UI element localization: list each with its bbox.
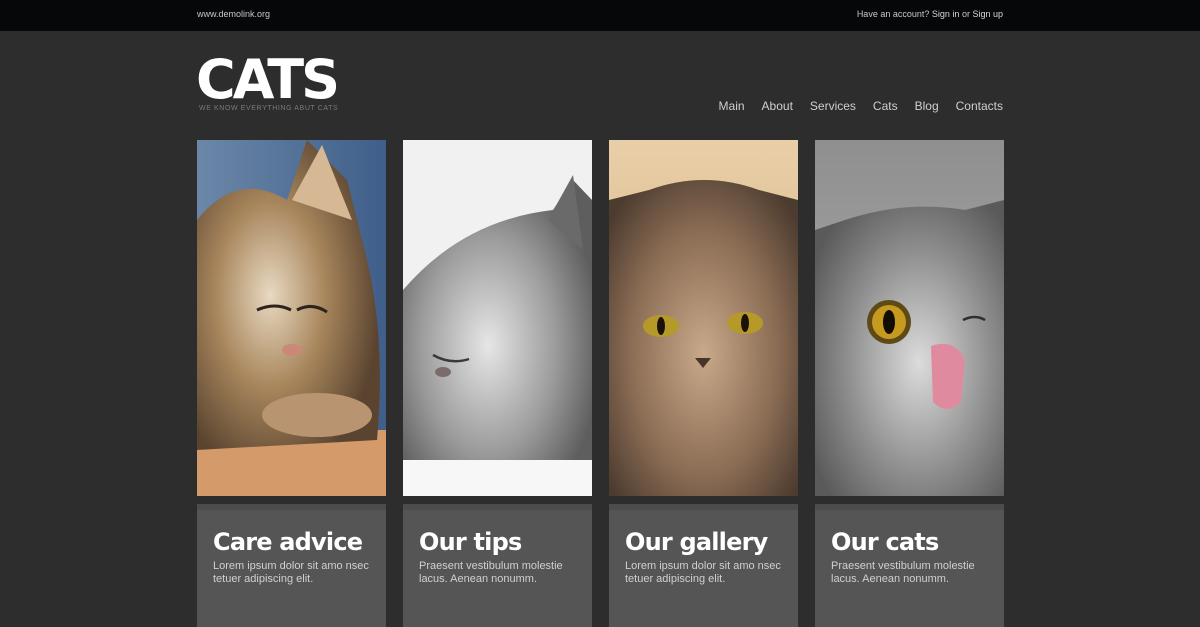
card-title: Our cats: [831, 528, 939, 556]
or-text: or: [961, 9, 970, 19]
photo-licking-cat[interactable]: [815, 140, 1004, 496]
account-links: Have an account? Sign in or Sign up: [857, 9, 1003, 19]
card-title: Our tips: [419, 528, 522, 556]
nav-item-contacts[interactable]: Contacts: [956, 99, 1003, 113]
card-our-cats[interactable]: Our cats Praesent vestibulum molestie la…: [815, 504, 1004, 627]
site-tagline: WE KNOW EVERYTHING ABUT CATS: [199, 105, 339, 112]
nav-item-services[interactable]: Services: [810, 99, 856, 113]
card-text: Praesent vestibulum molestie lacus. Aene…: [831, 560, 975, 585]
sign-in-link[interactable]: Sign in: [932, 9, 960, 19]
nav-item-cats[interactable]: Cats: [873, 99, 898, 113]
card-our-tips[interactable]: Our tips Praesent vestibulum molestie la…: [403, 504, 592, 627]
card-title: Our gallery: [625, 528, 768, 556]
persian-cat-image: [609, 140, 798, 496]
photo-tabby-kitten[interactable]: [197, 140, 386, 496]
account-question: Have an account?: [856, 9, 930, 19]
nav-item-about[interactable]: About: [762, 99, 793, 113]
card-care-advice[interactable]: Care advice Lorem ipsum dolor sit amo ns…: [197, 504, 386, 627]
card-text: Lorem ipsum dolor sit amo nsec tetuer ad…: [213, 560, 369, 585]
card-text: Lorem ipsum dolor sit amo nsec tetuer ad…: [625, 560, 781, 585]
card-text: Praesent vestibulum molestie lacus. Aene…: [419, 560, 563, 585]
tabby-kitten-image: [197, 140, 386, 496]
licking-cat-image: [815, 140, 1004, 496]
nav-item-blog[interactable]: Blog: [915, 99, 939, 113]
card-title: Care advice: [213, 528, 363, 556]
grey-kitten-image: [403, 140, 592, 496]
site-url[interactable]: www.demolink.org: [197, 9, 270, 19]
photo-grey-kitten[interactable]: [403, 140, 592, 496]
top-bar: www.demolink.org Have an account? Sign i…: [0, 0, 1200, 31]
site-logo[interactable]: CATS: [196, 48, 340, 112]
sign-up-link[interactable]: Sign up: [972, 9, 1003, 19]
main-nav: Main About Services Cats Blog Contacts: [719, 99, 1003, 113]
photo-persian-cat[interactable]: [609, 140, 798, 496]
nav-item-main[interactable]: Main: [719, 99, 745, 113]
card-our-gallery[interactable]: Our gallery Lorem ipsum dolor sit amo ns…: [609, 504, 798, 627]
